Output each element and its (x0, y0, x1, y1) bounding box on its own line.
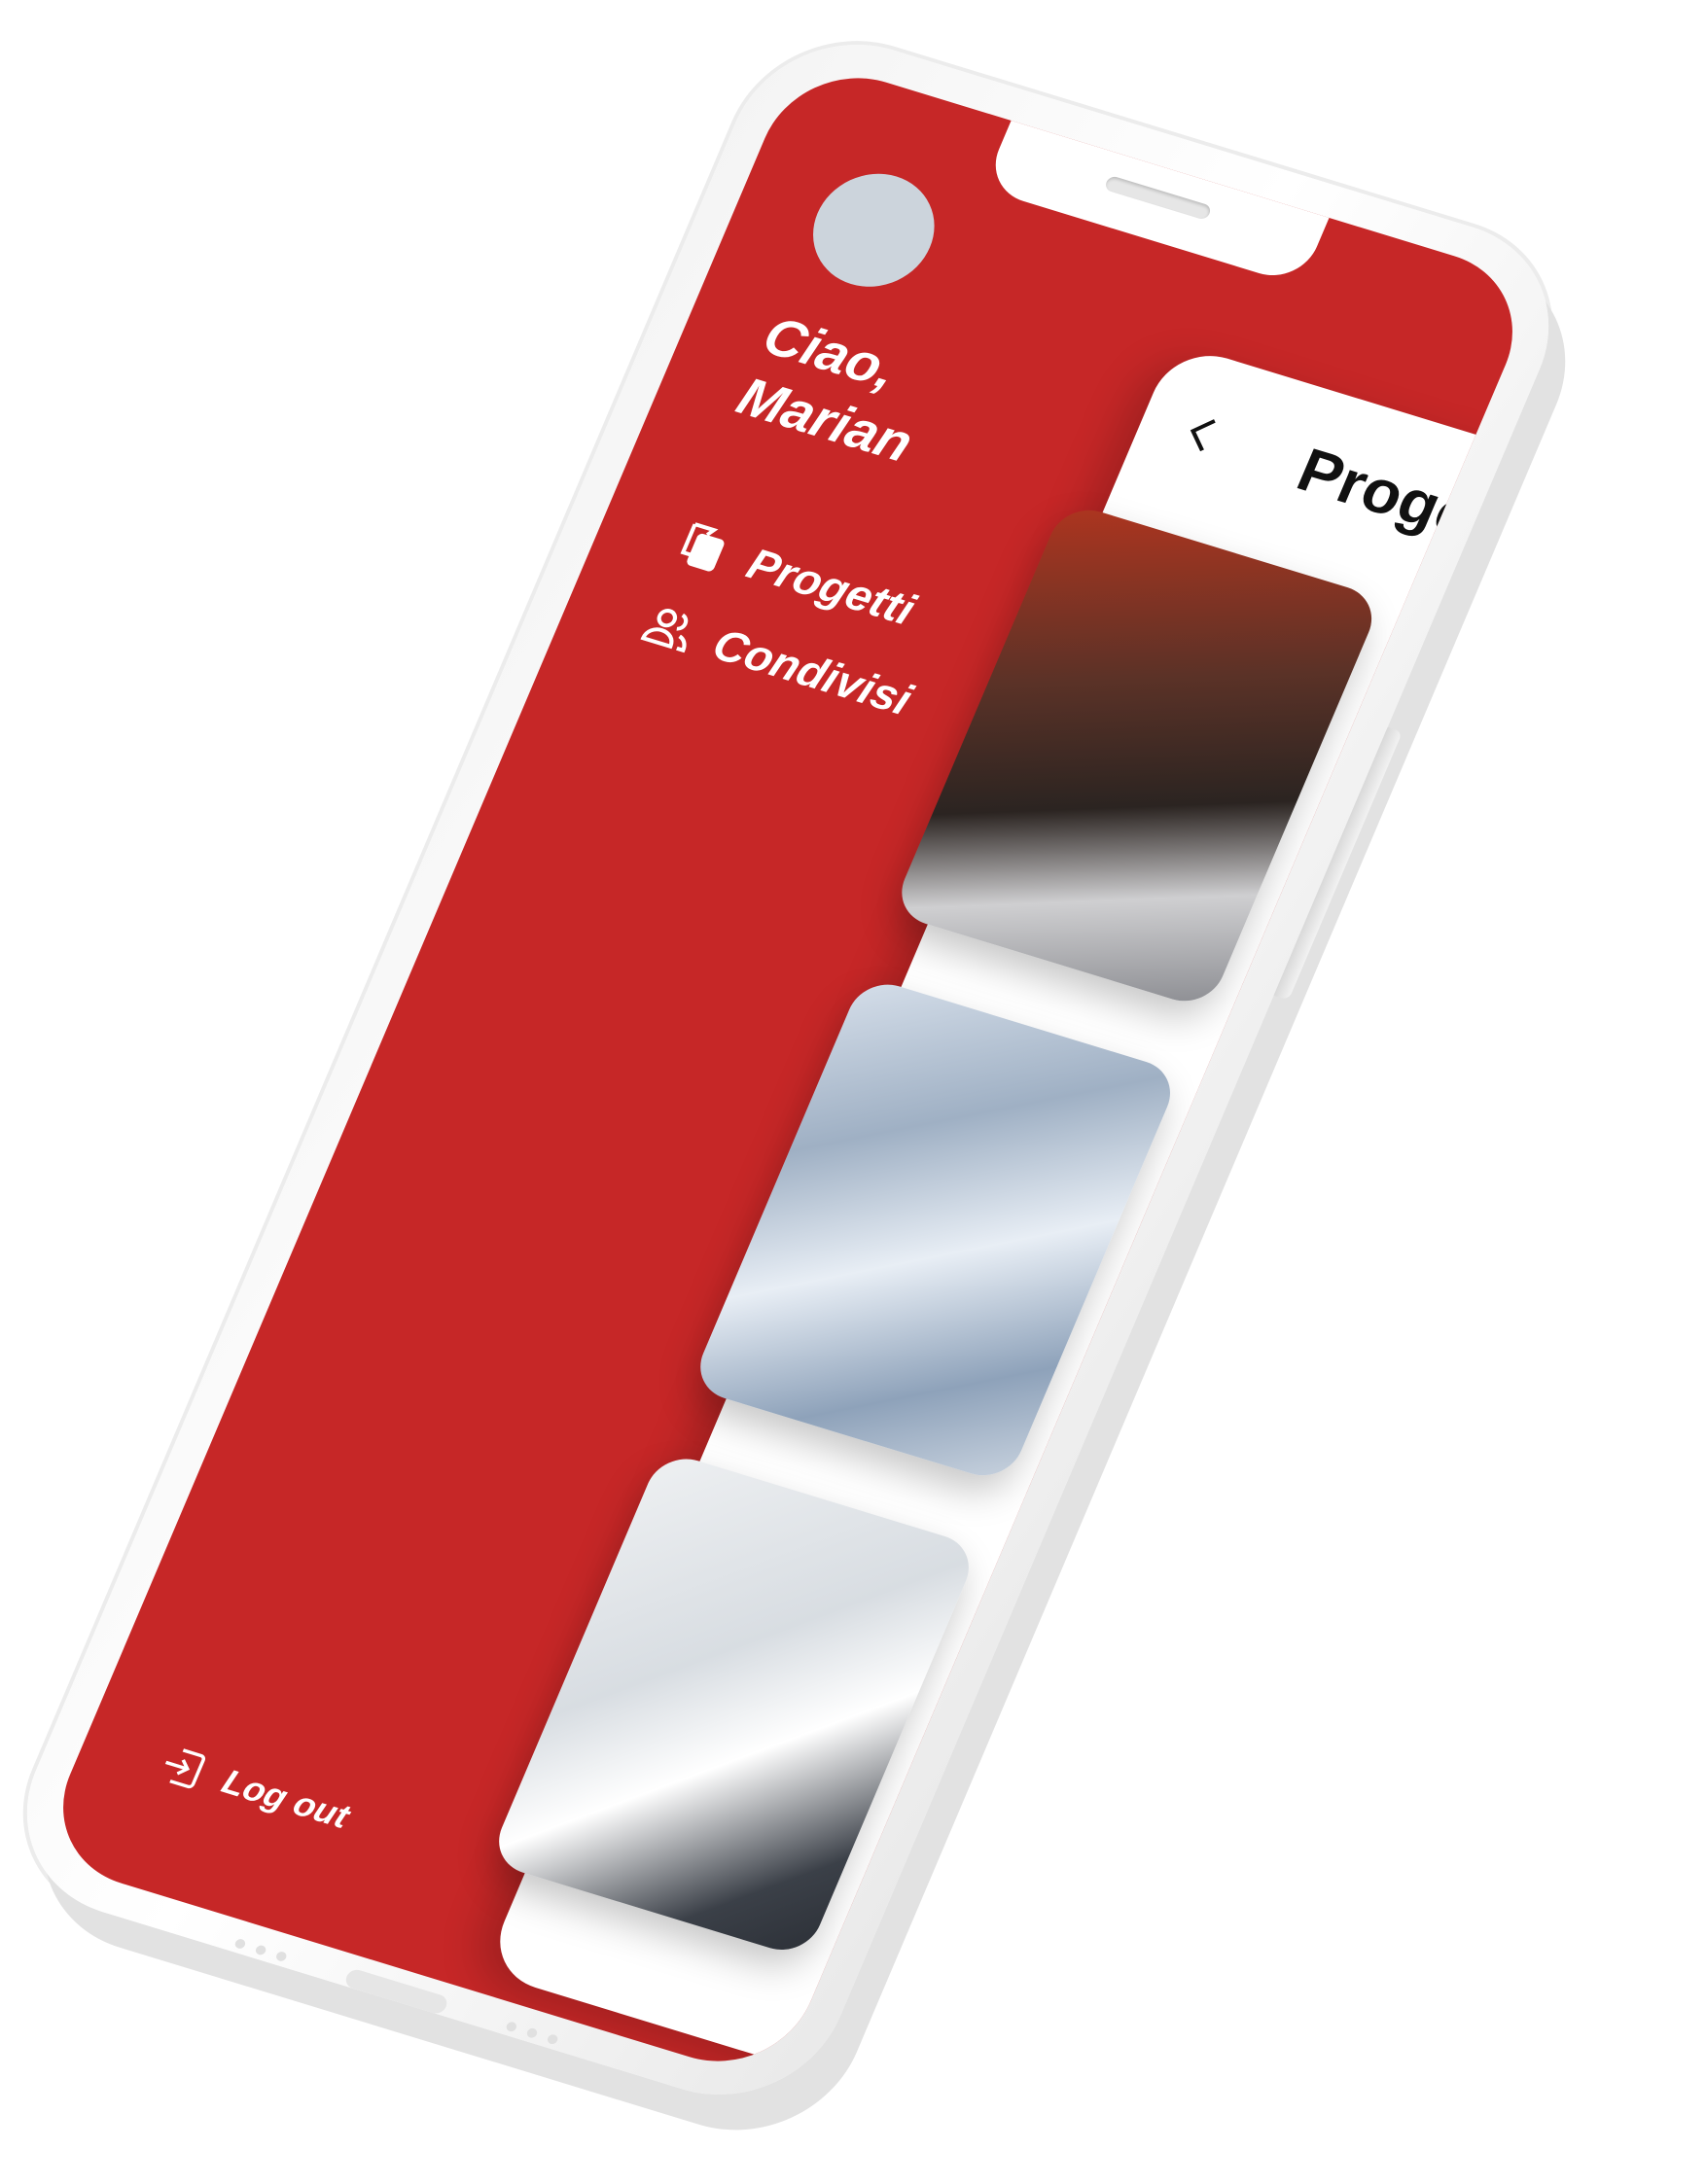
greeting: Ciao, Marian (728, 302, 1079, 516)
speaker-grille (1103, 174, 1213, 221)
phone-screen: Ciao, Marian Progetti Condivisi Log out … (35, 55, 1541, 2084)
logout-label: Log out (216, 1761, 356, 1836)
logout-icon (164, 1748, 206, 1789)
project-card-image[interactable] (487, 1450, 980, 1959)
add-project-button[interactable] (879, 1924, 1039, 2067)
users-icon (640, 609, 689, 653)
project-card-image[interactable] (689, 975, 1182, 1485)
documents-icon (680, 522, 725, 572)
mockup-stage: Ciao, Marian Progetti Condivisi Log out … (0, 0, 1706, 2184)
chevron-left-icon[interactable] (1173, 407, 1231, 459)
logout-button[interactable]: Log out (152, 1741, 356, 1839)
avatar[interactable] (795, 159, 953, 301)
phone-mockup: Ciao, Marian Progetti Condivisi Log out … (0, 16, 1585, 2124)
